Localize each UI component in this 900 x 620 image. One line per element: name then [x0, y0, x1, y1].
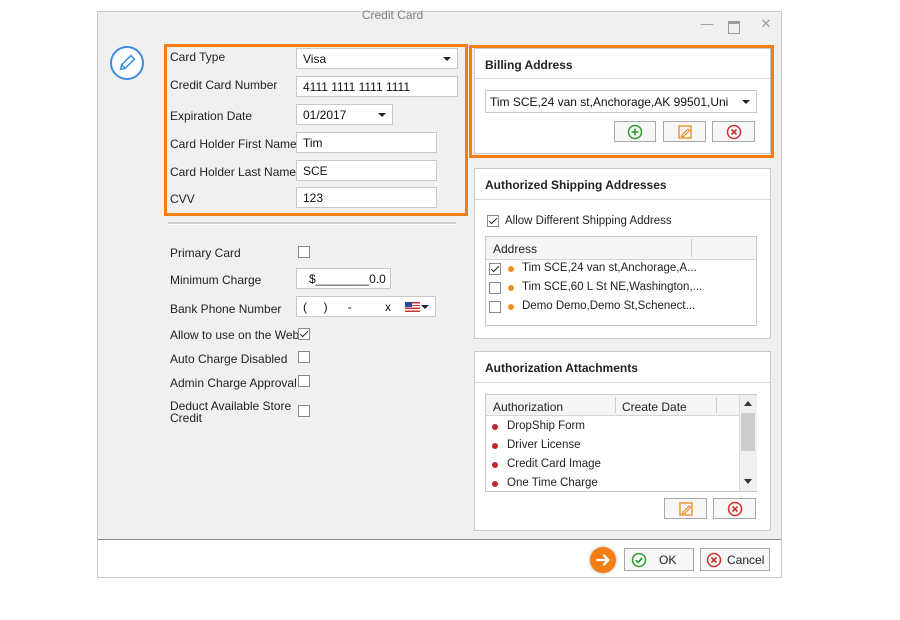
- column-divider: [716, 397, 717, 413]
- bank-phone-label: Bank Phone Number: [170, 302, 282, 316]
- minimum-charge-value: $________0.0: [309, 271, 386, 286]
- us-flag-icon: [405, 302, 420, 312]
- shipping-address-column-header[interactable]: Address: [493, 242, 537, 256]
- scroll-up-icon[interactable]: [744, 401, 752, 406]
- cancel-icon: [706, 552, 722, 567]
- shipping-addresses-title: Authorized Shipping Addresses: [485, 178, 667, 192]
- bank-phone-input[interactable]: ( ) - x: [296, 296, 436, 317]
- close-button[interactable]: ✕: [757, 16, 775, 32]
- ok-button-label: OK: [659, 552, 677, 567]
- form-separator: [168, 222, 456, 225]
- last-name-input[interactable]: SCE: [296, 160, 437, 181]
- minimize-button[interactable]: —: [698, 16, 716, 31]
- card-type-select[interactable]: Visa: [296, 48, 458, 69]
- cvv-input[interactable]: 123: [296, 187, 437, 208]
- cvv-label: CVV: [170, 192, 195, 206]
- arrow-right-icon: [590, 547, 616, 573]
- card-number-input[interactable]: 4111 1111 1111 1111: [296, 76, 458, 97]
- last-name-label: Card Holder Last Name: [170, 165, 297, 179]
- cvv-value: 123: [303, 190, 324, 205]
- primary-card-checkbox[interactable]: [298, 246, 310, 258]
- billing-address-highlight: [469, 45, 774, 158]
- minimum-charge-input[interactable]: $________0.0: [296, 268, 391, 289]
- allow-web-label: Allow to use on the Web: [170, 328, 300, 342]
- admin-approval-checkbox[interactable]: [298, 375, 310, 387]
- last-name-value: SCE: [303, 163, 328, 178]
- card-type-value: Visa: [303, 51, 327, 66]
- attachment-row[interactable]: DropShip Form: [507, 420, 585, 432]
- scrollbar-thumb[interactable]: [741, 413, 755, 451]
- delete-attachment-button[interactable]: [713, 498, 756, 519]
- shipping-address-grid: Address Tim SCE,24 van st,Anchorage,A...…: [485, 236, 757, 326]
- attachment-row[interactable]: One Time Charge: [507, 477, 598, 489]
- deduct-credit-label-line2: Credit: [170, 411, 203, 425]
- auto-charge-checkbox[interactable]: [298, 351, 310, 363]
- card-number-value: 4111 1111 1111 1111: [303, 79, 410, 94]
- cancel-button-label: Cancel: [727, 552, 765, 567]
- expiration-label: Expiration Date: [170, 109, 253, 123]
- shipping-row-address[interactable]: Tim SCE,24 van st,Anchorage,A...: [522, 262, 697, 274]
- shipping-row-address[interactable]: Tim SCE,60 L St NE,Washington,...: [522, 281, 702, 293]
- bullet-icon: [508, 304, 514, 310]
- shipping-row-checkbox[interactable]: [489, 263, 501, 275]
- check-circle-icon: [631, 552, 647, 567]
- bullet-icon: [492, 481, 498, 487]
- bank-phone-value: ( ) - x: [303, 299, 392, 314]
- attachment-row[interactable]: Driver License: [507, 439, 581, 451]
- attachment-row[interactable]: Credit Card Image: [507, 458, 601, 470]
- attachments-grid: Authorization Create Date DropShip Form …: [485, 394, 757, 492]
- shipping-title-separator: [475, 199, 770, 200]
- authorization-column-header[interactable]: Authorization: [493, 400, 563, 414]
- first-name-value: Tim: [303, 135, 323, 150]
- shipping-row-checkbox[interactable]: [489, 301, 501, 313]
- cancel-button[interactable]: Cancel: [700, 548, 770, 571]
- authorization-attachments-title: Authorization Attachments: [485, 361, 638, 375]
- first-name-label: Card Holder First Name: [170, 137, 297, 151]
- chevron-down-icon[interactable]: [421, 304, 429, 309]
- attachments-title-separator: [475, 382, 770, 383]
- edit-attachment-button[interactable]: [664, 498, 707, 519]
- allow-different-shipping-checkbox[interactable]: [487, 215, 499, 227]
- column-divider: [615, 397, 616, 413]
- bullet-icon: [508, 285, 514, 291]
- maximize-button[interactable]: [728, 21, 740, 34]
- admin-approval-label: Admin Charge Approval: [170, 376, 297, 390]
- bullet-icon: [508, 266, 514, 272]
- window-title: Credit Card: [361, 8, 424, 22]
- card-number-label: Credit Card Number: [170, 78, 278, 92]
- primary-card-label: Primary Card: [170, 246, 241, 260]
- allow-web-checkbox[interactable]: [298, 328, 310, 340]
- expiration-value: 01/2017: [303, 107, 347, 122]
- first-name-input[interactable]: Tim: [296, 132, 437, 153]
- deduct-credit-checkbox[interactable]: [298, 405, 310, 417]
- shipping-row-address[interactable]: Demo Demo,Demo St,Schenect...: [522, 300, 695, 312]
- chevron-down-icon: [443, 56, 451, 61]
- edit-icon: [110, 46, 144, 80]
- column-divider: [691, 239, 692, 257]
- create-date-column-header[interactable]: Create Date: [622, 400, 687, 414]
- shipping-row-checkbox[interactable]: [489, 282, 501, 294]
- delete-icon: [727, 501, 742, 516]
- allow-different-shipping-label: Allow Different Shipping Address: [505, 215, 672, 227]
- attachments-scrollbar[interactable]: [739, 395, 757, 491]
- chevron-down-icon: [378, 112, 386, 117]
- bullet-icon: [492, 424, 498, 430]
- bullet-icon: [492, 443, 498, 449]
- bullet-icon: [492, 462, 498, 468]
- scroll-down-icon[interactable]: [744, 479, 752, 484]
- card-type-label: Card Type: [170, 50, 226, 64]
- auto-charge-label: Auto Charge Disabled: [170, 352, 288, 366]
- minimum-charge-label: Minimum Charge: [170, 273, 262, 287]
- ok-button[interactable]: OK: [624, 548, 694, 571]
- pencil-icon: [678, 501, 693, 516]
- expiration-select[interactable]: 01/2017: [296, 104, 393, 125]
